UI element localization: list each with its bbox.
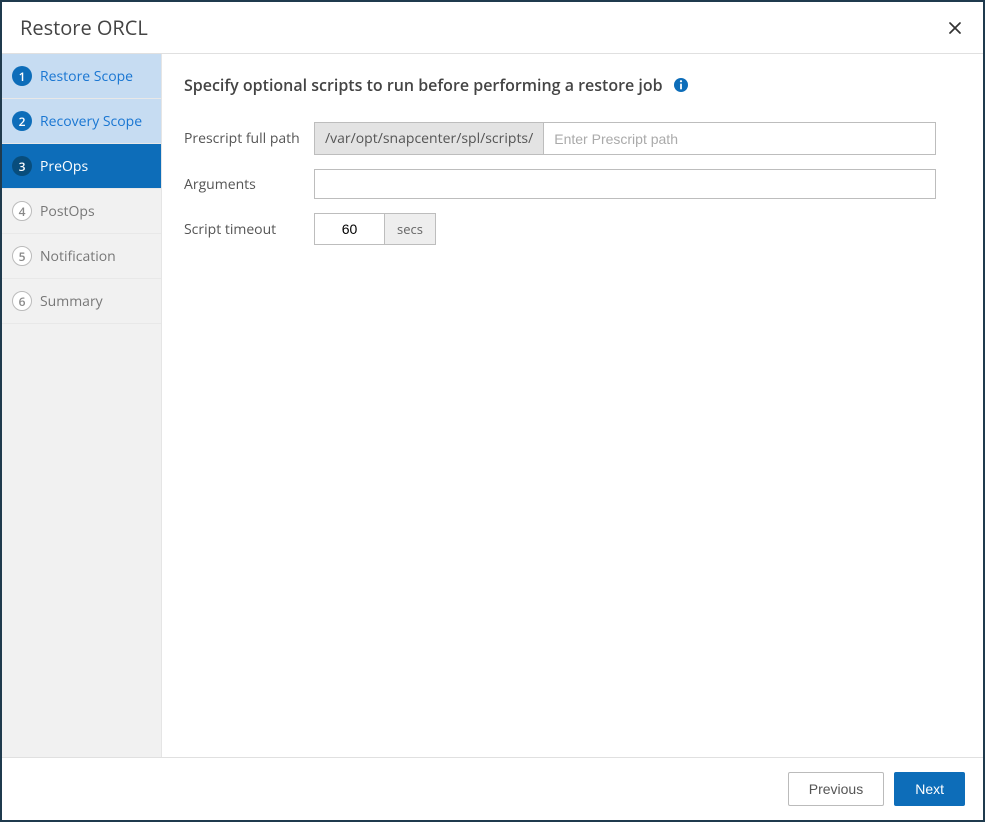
- dialog-header: Restore ORCL: [2, 2, 983, 54]
- step-recovery-scope[interactable]: 2 Recovery Scope: [2, 99, 161, 144]
- step-number: 3: [12, 156, 32, 176]
- step-postops[interactable]: 4 PostOps: [2, 189, 161, 234]
- prescript-row: Prescript full path /var/opt/snapcenter/…: [184, 122, 961, 155]
- prescript-label: Prescript full path: [184, 129, 314, 148]
- close-button[interactable]: [945, 19, 965, 37]
- step-label: PostOps: [40, 202, 95, 221]
- dialog-title: Restore ORCL: [20, 14, 148, 41]
- next-button[interactable]: Next: [894, 772, 965, 806]
- arguments-label: Arguments: [184, 175, 314, 194]
- timeout-label: Script timeout: [184, 220, 314, 239]
- step-label: PreOps: [40, 157, 88, 176]
- content-heading: Specify optional scripts to run before p…: [184, 74, 961, 96]
- step-number: 6: [12, 291, 32, 311]
- timeout-input[interactable]: [314, 213, 384, 245]
- step-preops[interactable]: 3 PreOps: [2, 144, 161, 189]
- step-label: Recovery Scope: [40, 112, 142, 131]
- timeout-unit: secs: [384, 213, 436, 245]
- arguments-row: Arguments: [184, 169, 961, 199]
- previous-button[interactable]: Previous: [788, 772, 884, 806]
- step-number: 1: [12, 66, 32, 86]
- timeout-group: secs: [314, 213, 436, 245]
- step-restore-scope[interactable]: 1 Restore Scope: [2, 54, 161, 99]
- prescript-path-prefix: /var/opt/snapcenter/spl/scripts/: [314, 122, 543, 155]
- prescript-group: /var/opt/snapcenter/spl/scripts/: [314, 122, 936, 155]
- step-summary[interactable]: 6 Summary: [2, 279, 161, 324]
- timeout-row: Script timeout secs: [184, 213, 961, 245]
- step-label: Notification: [40, 247, 116, 266]
- dialog-body: 1 Restore Scope 2 Recovery Scope 3 PreOp…: [2, 54, 983, 757]
- restore-dialog: Restore ORCL 1 Restore Scope 2 Recovery …: [0, 0, 985, 822]
- wizard-sidebar: 1 Restore Scope 2 Recovery Scope 3 PreOp…: [2, 54, 162, 757]
- step-number: 5: [12, 246, 32, 266]
- step-number: 2: [12, 111, 32, 131]
- step-notification[interactable]: 5 Notification: [2, 234, 161, 279]
- step-label: Restore Scope: [40, 67, 133, 86]
- close-icon: [949, 18, 961, 38]
- heading-text: Specify optional scripts to run before p…: [184, 74, 663, 96]
- step-number: 4: [12, 201, 32, 221]
- step-label: Summary: [40, 292, 103, 311]
- arguments-input[interactable]: [314, 169, 936, 199]
- info-icon[interactable]: [673, 77, 689, 93]
- content-panel: Specify optional scripts to run before p…: [162, 54, 983, 757]
- prescript-path-input[interactable]: [543, 122, 936, 155]
- dialog-footer: Previous Next: [2, 757, 983, 820]
